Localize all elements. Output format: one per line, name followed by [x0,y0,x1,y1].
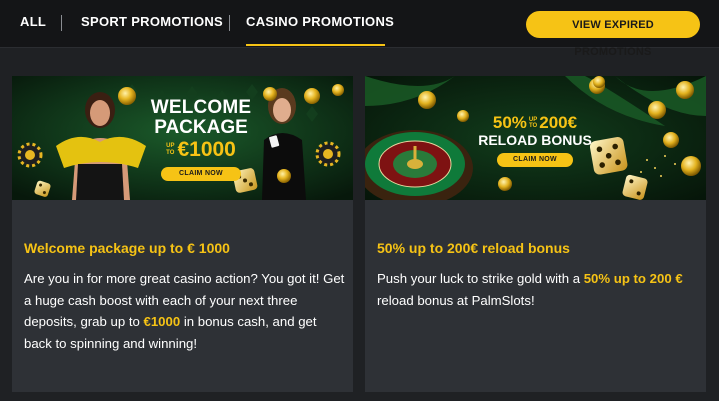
view-expired-promotions-button[interactable]: VIEW EXPIRED PROMOTIONS [526,11,700,58]
promo-title[interactable]: Welcome package up to € 1000 [24,240,230,256]
banner-percentage: 50% [492,113,527,132]
banner-headline-line1: WELCOME [150,97,252,118]
reload-banner-text: 50% UP TO 200€ RELOAD BONUS CLAIM NOW [477,114,593,167]
promo-description: Push your luck to strike gold with a 50%… [377,271,683,308]
claim-now-button[interactable]: CLAIM NOW [497,153,573,167]
banner-up-to: UP TO [528,117,538,129]
banner-headline-line2: PACKAGE [154,117,248,138]
promotions-nav: ALL SPORT PROMOTIONS CASINO PROMOTIONS V… [0,0,719,58]
promo-card-welcome-package[interactable]: WELCOME PACKAGE UP TO €1000 CLAIM NOW We… [12,76,353,392]
welcome-banner-text: WELCOME PACKAGE UP TO €1000 CLAIM NOW [142,98,260,181]
promo-card-reload-bonus[interactable]: 50% UP TO 200€ RELOAD BONUS CLAIM NOW 50… [365,76,706,392]
promo-description: Are you in for more great casino action?… [24,271,345,351]
tab-separator [229,15,230,31]
banner-amount: 200€ [539,113,578,132]
tab-casino-promotions[interactable]: CASINO PROMOTIONS [246,0,394,46]
tab-sport-promotions[interactable]: SPORT PROMOTIONS [81,0,223,46]
tab-all[interactable]: ALL [20,0,46,46]
banner-up-to: UP TO [166,143,175,156]
promo-highlight: 50% up to 200 € [583,271,683,286]
banner-amount: €1000 [177,138,236,161]
promo-highlight: €1000 [143,314,181,329]
banner-headline: RELOAD BONUS [478,132,592,148]
claim-now-button[interactable]: CLAIM NOW [161,167,241,181]
reload-bonus-banner[interactable]: 50% UP TO 200€ RELOAD BONUS CLAIM NOW [365,76,706,200]
promo-title[interactable]: 50% up to 200€ reload bonus [377,240,570,256]
welcome-package-banner[interactable]: WELCOME PACKAGE UP TO €1000 CLAIM NOW [12,76,353,200]
tab-separator [61,15,62,31]
